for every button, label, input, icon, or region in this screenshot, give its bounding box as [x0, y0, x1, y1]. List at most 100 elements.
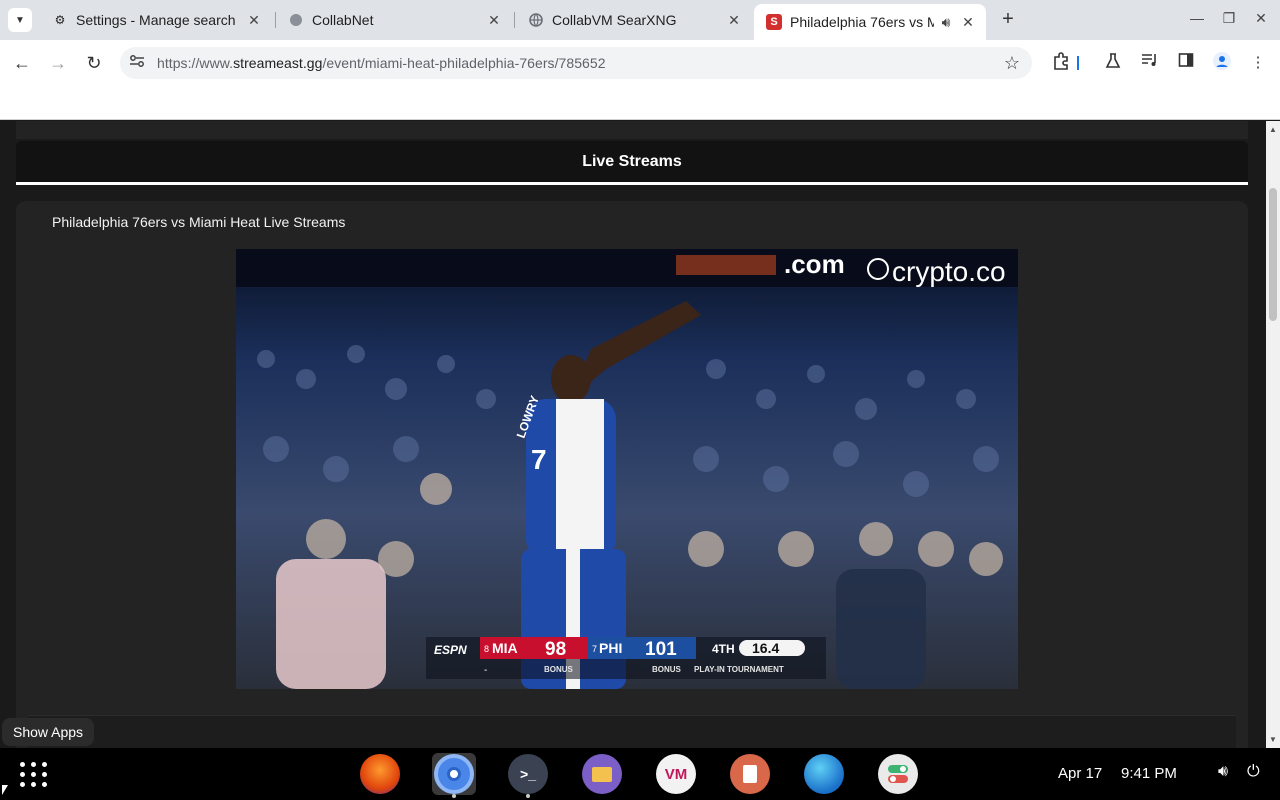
page-top-strip [16, 121, 1248, 139]
folder-icon [582, 754, 622, 794]
back-button[interactable]: ← [9, 50, 35, 76]
vm-launcher[interactable]: VM [654, 753, 698, 795]
show-apps-button[interactable] [18, 758, 50, 790]
home-bonus: BONUS [652, 665, 682, 674]
banner-text-right: crypto.co [892, 256, 1006, 287]
tab-title: Philadelphia 76ers vs Miami Heat Live St… [790, 14, 934, 30]
video-frame: 7 LOWRY .com crypto.co ESPN 8 MIA 98 7 P… [236, 249, 1018, 689]
extensions-icon[interactable] [1050, 52, 1072, 74]
fan-dark-jacket [836, 569, 926, 689]
toggle-switch-icon [878, 754, 918, 794]
url-prefix: https://www. [157, 55, 234, 71]
close-icon[interactable]: ✕ [486, 12, 502, 28]
event-name: PLAY-IN TOURNAMENT [694, 665, 784, 674]
settings-toggle-launcher[interactable] [876, 753, 920, 795]
web-page: Live Streams Philadelphia 76ers vs Miami… [0, 121, 1266, 748]
media-controls-icon[interactable] [1139, 52, 1161, 74]
text-editor-launcher[interactable] [728, 753, 772, 795]
url-path: /event/miami-heat-philadelphia-76ers/785… [322, 55, 606, 71]
tab-settings[interactable]: ⚙ Settings - Manage search engines ✕ [40, 4, 272, 36]
firefox-icon [360, 754, 400, 794]
tab-title: CollabVM SearXNG [552, 12, 677, 28]
chromium-launcher[interactable] [432, 753, 476, 798]
away-score: 98 [545, 639, 566, 660]
menu-kebab-icon[interactable]: ⋮ [1247, 52, 1269, 74]
chromium-icon [434, 754, 474, 794]
close-icon[interactable]: ✕ [246, 12, 262, 28]
tab-collabnet[interactable]: CollabNet ✕ [276, 4, 512, 36]
scroll-up-arrow-icon[interactable]: ▲ [1269, 125, 1277, 134]
away-team: MIA [492, 640, 518, 656]
next-section-strip [28, 715, 1236, 748]
page-scrollbar[interactable]: ▲ ▼ [1266, 121, 1280, 748]
chevron-down-icon: ▼ [15, 14, 25, 26]
live-streams-title: Live Streams [582, 152, 682, 170]
url-text: https://www.streameast.gg/event/miami-he… [157, 55, 606, 71]
live-streams-header: Live Streams [16, 141, 1248, 185]
toolbar-divider [1077, 56, 1079, 70]
tab-philadelphia-76ers[interactable]: S Philadelphia 76ers vs Miami Heat Live … [754, 4, 986, 40]
forward-button[interactable]: → [45, 50, 71, 76]
running-indicator [452, 794, 456, 798]
side-panel-icon[interactable] [1175, 52, 1197, 74]
profile-avatar-icon[interactable] [1211, 52, 1233, 74]
restore-icon[interactable]: ❐ [1219, 10, 1239, 27]
bookmark-star-icon[interactable]: ☆ [1004, 53, 1020, 74]
bookmarks-bar [0, 86, 1280, 120]
fan-pink-hoodie [276, 559, 386, 689]
tab-title: CollabNet [312, 12, 374, 28]
tab-title: Settings - Manage search engines [76, 12, 240, 28]
volume-icon[interactable]: 🔊︎ [1218, 763, 1228, 781]
mouse-cursor [2, 785, 8, 795]
scroll-down-arrow-icon[interactable]: ▼ [1269, 735, 1277, 744]
close-window-icon[interactable]: ✕ [1251, 10, 1271, 27]
away-timeouts: - [484, 665, 487, 676]
power-icon[interactable]: ⏻ [1247, 763, 1260, 781]
jersey-number: 7 [531, 444, 547, 475]
gear-icon: ⚙ [54, 13, 66, 27]
tab-divider [514, 12, 515, 28]
browser-toolbar: ← → ↻ https://www.streameast.gg/event/mi… [0, 40, 1280, 86]
tab-strip: ▼ ⚙ Settings - Manage search engines ✕ C… [0, 0, 1280, 40]
espn-logo: ESPN [434, 643, 467, 657]
away-bonus: BONUS [544, 665, 574, 674]
vm-icon: VM [656, 754, 696, 794]
clock-time[interactable]: 9:41 PM [1121, 765, 1177, 782]
show-apps-tooltip: Show Apps [2, 718, 95, 746]
scroll-thumb[interactable] [1269, 188, 1277, 321]
game-clock: 16.4 [752, 640, 779, 656]
away-seed: 8 [484, 644, 489, 654]
browser-globe-launcher[interactable] [802, 753, 846, 795]
clock-date[interactable]: Apr 17 [1058, 765, 1102, 782]
close-icon[interactable]: ✕ [726, 12, 742, 28]
minimize-icon[interactable]: — [1187, 10, 1207, 26]
stream-card: Philadelphia 76ers vs Miami Heat Live St… [16, 201, 1248, 748]
terminal-icon: >_ [508, 754, 548, 794]
globe-icon [288, 12, 304, 28]
globe-icon [528, 12, 544, 28]
firefox-launcher[interactable] [358, 753, 402, 795]
banner-red-block [676, 255, 776, 275]
url-domain: streameast.gg [233, 55, 323, 71]
speaker-icon[interactable]: 🔊︎ [938, 14, 954, 30]
document-icon [730, 754, 770, 794]
video-player[interactable]: 7 LOWRY .com crypto.co ESPN 8 MIA 98 7 P… [236, 249, 1018, 689]
running-indicator [526, 794, 530, 798]
quarter: 4TH [712, 642, 735, 656]
close-icon[interactable]: ✕ [960, 14, 976, 30]
address-bar[interactable]: https://www.streameast.gg/event/miami-he… [120, 47, 1032, 79]
files-launcher[interactable] [580, 753, 624, 795]
labs-flask-icon[interactable] [1102, 52, 1124, 74]
terminal-launcher[interactable]: >_ [506, 753, 550, 798]
home-score: 101 [645, 639, 677, 660]
scorebug: ESPN 8 MIA 98 7 PHI 101 4TH 16.4 - BONUS… [426, 637, 826, 679]
tab-collabvm-searxng[interactable]: CollabVM SearXNG ✕ [516, 4, 752, 36]
new-tab-button[interactable]: + [996, 8, 1020, 32]
tab-search-button[interactable]: ▼ [8, 8, 32, 32]
stream-title: Philadelphia 76ers vs Miami Heat Live St… [52, 214, 346, 230]
site-info-icon[interactable] [128, 54, 146, 72]
globe-icon [804, 754, 844, 794]
reload-button[interactable]: ↻ [81, 50, 107, 76]
taskbar: >_ VM Apr 17 9:41 PM 🔊︎ ⏻ [0, 748, 1280, 800]
banner-text-left: .com [784, 249, 845, 279]
